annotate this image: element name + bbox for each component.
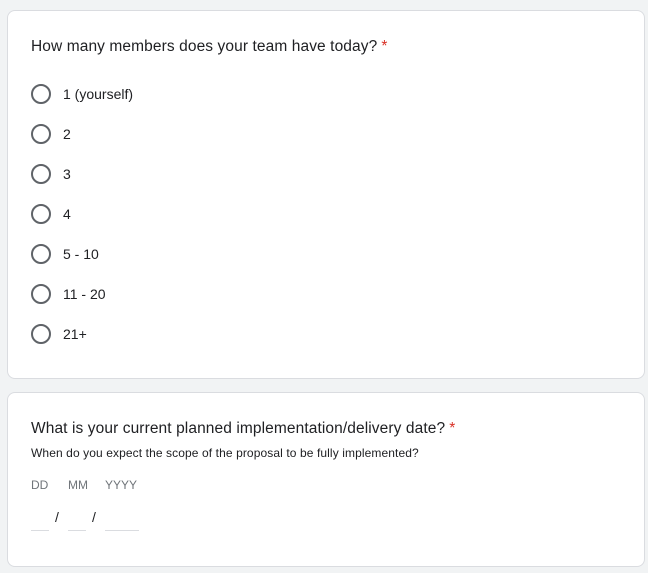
- radio-option-3[interactable]: 3: [31, 162, 71, 186]
- radio-option-label: 2: [63, 126, 71, 142]
- radio-option-11-20[interactable]: 11 - 20: [31, 282, 106, 306]
- year-label: YYYY: [105, 478, 138, 492]
- date-separator: /: [55, 509, 59, 525]
- date-separator: /: [92, 509, 96, 525]
- radio-option-1[interactable]: 1 (yourself): [31, 82, 133, 106]
- radio-option-21-plus[interactable]: 21+: [31, 322, 87, 346]
- month-label: MM: [68, 478, 88, 492]
- required-asterisk: *: [449, 420, 456, 437]
- radio-button[interactable]: [31, 124, 51, 144]
- question-title-text: How many members does your team have tod…: [31, 38, 378, 55]
- year-input[interactable]: [105, 507, 139, 531]
- radio-button[interactable]: [31, 164, 51, 184]
- radio-option-2[interactable]: 2: [31, 122, 71, 146]
- radio-button[interactable]: [31, 84, 51, 104]
- month-input[interactable]: [68, 507, 86, 531]
- radio-option-4[interactable]: 4: [31, 202, 71, 226]
- radio-button[interactable]: [31, 204, 51, 224]
- question-description: When do you expect the scope of the prop…: [31, 446, 419, 460]
- radio-button[interactable]: [31, 324, 51, 344]
- radio-button[interactable]: [31, 284, 51, 304]
- radio-option-5-10[interactable]: 5 - 10: [31, 242, 99, 266]
- radio-option-label: 5 - 10: [63, 246, 99, 262]
- radio-option-label: 1 (yourself): [63, 86, 134, 102]
- question-title: How many members does your team have tod…: [31, 38, 387, 56]
- question-card-delivery-date: What is your current planned implementat…: [7, 392, 645, 567]
- day-input[interactable]: [31, 507, 49, 531]
- radio-option-label: 3: [63, 166, 71, 182]
- radio-button[interactable]: [31, 244, 51, 264]
- radio-option-label: 21+: [63, 326, 87, 342]
- question-title-text: What is your current planned implementat…: [31, 420, 446, 437]
- question-card-team-size: How many members does your team have tod…: [7, 10, 645, 379]
- radio-option-label: 11 - 20: [63, 286, 106, 302]
- radio-option-label: 4: [63, 206, 71, 222]
- required-asterisk: *: [381, 38, 388, 55]
- question-title: What is your current planned implementat…: [31, 420, 455, 438]
- day-label: DD: [31, 478, 49, 492]
